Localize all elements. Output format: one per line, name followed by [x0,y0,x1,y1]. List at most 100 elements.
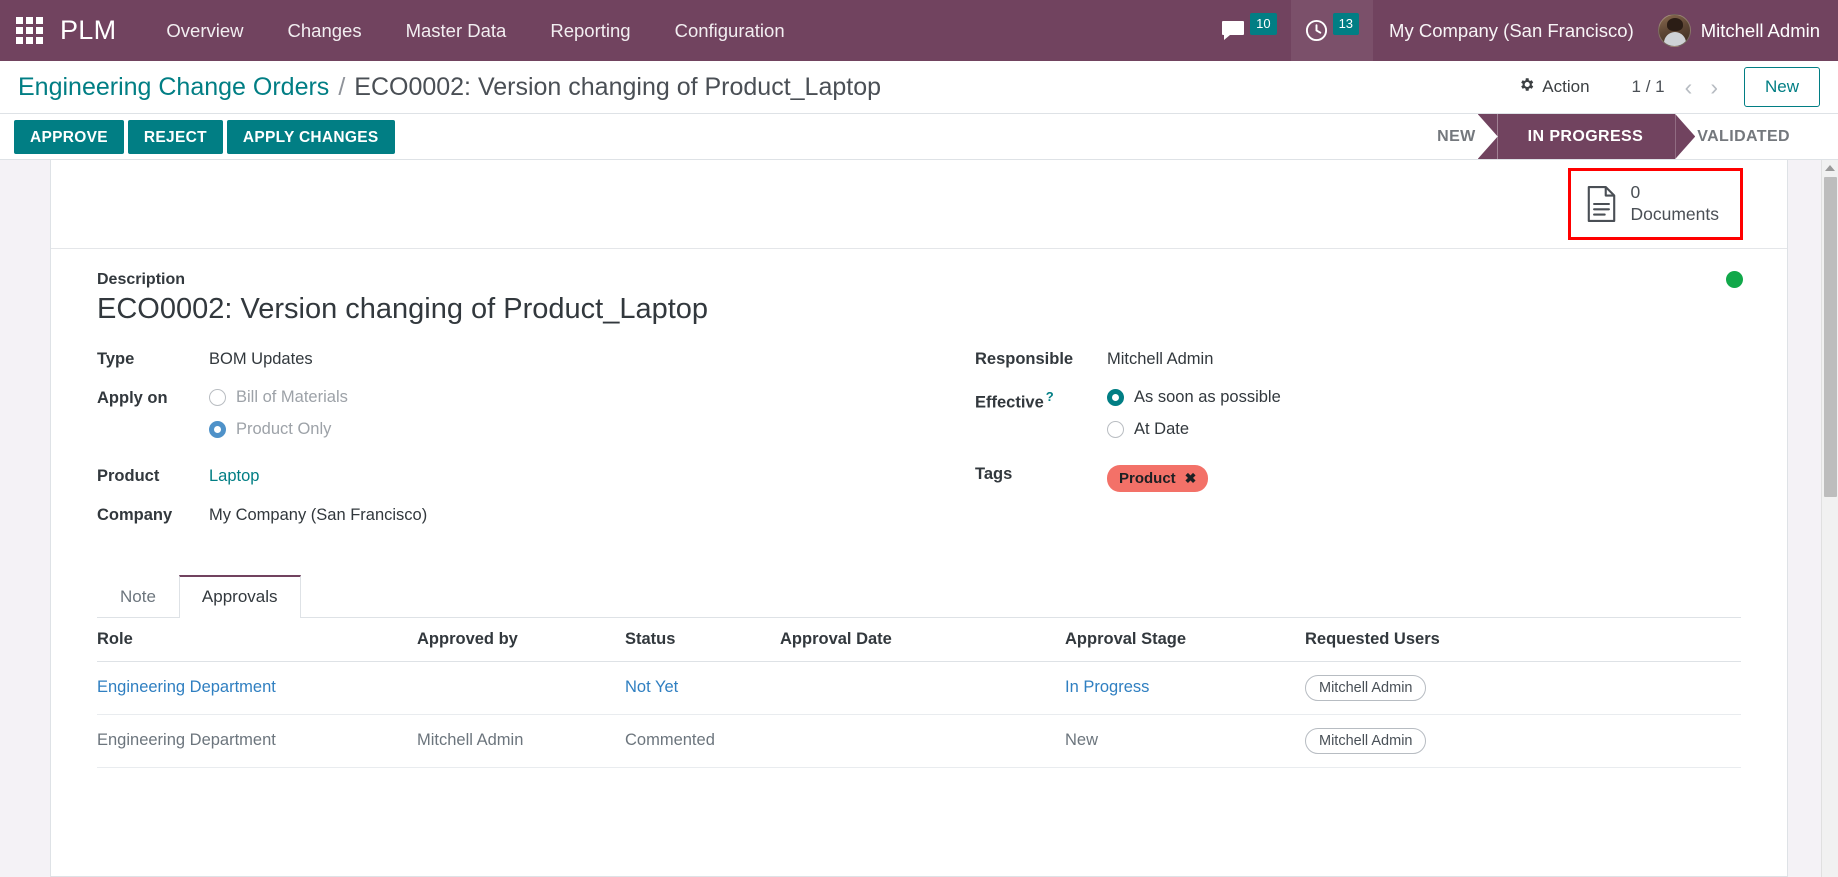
cell-approval-date [780,661,1065,715]
radio-at-date-label: At Date [1134,419,1190,438]
cell-role: Engineering Department [97,661,417,715]
tag-product-label: Product [1119,469,1176,487]
breadcrumb-root-link[interactable]: Engineering Change Orders [18,73,329,102]
effective-label: Effective [975,393,1044,412]
form-sheet: 0 Documents Description ECO0002: Version… [50,160,1788,877]
radio-at-date[interactable]: At Date [1107,420,1281,439]
cell-status: Commented [625,714,780,768]
reject-button[interactable]: REJECT [127,119,223,154]
user-name: Mitchell Admin [1700,19,1820,41]
vertical-scrollbar[interactable] [1821,160,1838,877]
radio-icon-checked [1107,388,1124,406]
effective-label-wrap: Effective? [975,387,1107,413]
activities-button[interactable]: 13 [1290,0,1374,61]
activities-count-badge: 13 [1332,12,1360,35]
th-approval-stage[interactable]: Approval Stage [1065,617,1305,662]
cell-approval-stage: New [1065,714,1305,768]
pager-value[interactable]: 1 / 1 [1624,73,1673,101]
approve-button[interactable]: APPROVE [14,119,124,154]
th-status[interactable]: Status [625,617,780,662]
workflow-buttons: APPROVE REJECT APPLY CHANGES [14,114,395,159]
table-row[interactable]: Engineering Department Mitchell Admin Co… [97,714,1741,768]
tags-value[interactable]: Product ✖ [1107,463,1209,492]
documents-count: 0 [1630,182,1641,202]
th-requested-users[interactable]: Requested Users [1305,617,1741,662]
menu-item-master-data[interactable]: Master Data [384,0,529,62]
document-icon [1586,185,1617,222]
scrollbar-thumb[interactable] [1824,177,1837,497]
approvals-table-body: Engineering Department Not Yet In Progre… [97,661,1741,768]
cell-role: Engineering Department [97,714,417,768]
breadcrumb-current: ECO0002: Version changing of Product_Lap… [354,72,882,101]
approvals-table-wrap: Role Approved by Status Approval Date Ap… [51,617,1787,768]
field-type: Type BOM Updates [97,348,919,374]
new-button[interactable]: New [1743,67,1820,107]
cell-approved-by: Mitchell Admin [417,714,625,768]
apply-changes-button[interactable]: APPLY CHANGES [226,119,395,154]
product-label: Product [97,466,160,485]
menu-item-changes[interactable]: Changes [266,0,384,62]
menu-item-reporting[interactable]: Reporting [528,0,652,62]
cell-approval-stage: In Progress [1065,661,1305,715]
messages-button[interactable]: 10 [1207,0,1290,61]
company-value[interactable]: My Company (San Francisco) [209,504,427,525]
apps-grid-icon[interactable] [12,14,46,48]
user-chip[interactable]: Mitchell Admin [1305,727,1427,754]
breadcrumb-separator: / [338,72,346,101]
breadcrumb: Engineering Change Orders / ECO0002: Ver… [18,73,881,102]
chevron-left-icon[interactable]: ‹ [1679,75,1699,99]
page-title[interactable]: ECO0002: Version changing of Product_Lap… [97,293,1741,326]
description-label: Description [97,270,186,288]
field-product: Product Laptop [97,465,919,491]
tab-note[interactable]: Note [97,575,179,618]
radio-bill-of-materials[interactable]: Bill of Materials [209,388,348,407]
smart-button-box: 0 Documents [51,160,1787,249]
action-menu-button[interactable]: Action [1506,70,1601,104]
field-company: Company My Company (San Francisco) [97,504,919,530]
radio-as-soon-as-possible[interactable]: As soon as possible [1107,388,1281,407]
navbar-right-group: 10 13 My Company (San Francisco) Mitchel… [1207,0,1838,61]
documents-smart-button-text: 0 Documents [1630,182,1719,226]
th-approved-by[interactable]: Approved by [417,617,625,662]
radio-product-only[interactable]: Product Only [209,420,348,439]
stage-pipeline: NEW IN PROGRESS VALIDATED [1415,114,1838,159]
effective-radio-group: As soon as possible At Date [1107,387,1281,439]
help-tooltip-icon[interactable]: ? [1046,389,1054,404]
responsible-label: Responsible [975,349,1074,368]
cell-approval-date [780,714,1065,768]
type-value[interactable]: BOM Updates [209,348,313,369]
th-approval-date[interactable]: Approval Date [780,617,1065,662]
product-value-link[interactable]: Laptop [209,465,259,486]
user-chip[interactable]: Mitchell Admin [1305,674,1427,701]
apply-on-radio-group: Bill of Materials Product Only [209,387,348,439]
chevron-right-icon[interactable]: › [1704,75,1724,99]
stage-validated[interactable]: VALIDATED [1675,114,1812,159]
stage-in-progress[interactable]: IN PROGRESS [1497,114,1676,159]
close-icon[interactable]: ✖ [1185,470,1197,487]
notebook-tabs: Note Approvals [97,574,1741,618]
cell-status: Not Yet [625,661,780,715]
menu-item-configuration[interactable]: Configuration [653,0,807,62]
cell-requested-users: Mitchell Admin [1305,714,1741,768]
field-tags: Tags Product ✖ [975,463,1741,492]
approvals-table: Role Approved by Status Approval Date Ap… [97,617,1741,768]
type-label: Type [97,349,135,368]
tag-product[interactable]: Product ✖ [1107,464,1209,492]
cell-approved-by [417,661,625,715]
chat-icon [1221,20,1245,42]
table-row[interactable]: Engineering Department Not Yet In Progre… [97,661,1741,715]
app-brand-plm[interactable]: PLM [60,15,116,46]
tab-approvals[interactable]: Approvals [178,574,301,618]
status-badge[interactable] [1726,270,1743,288]
action-label: Action [1542,77,1590,96]
responsible-value[interactable]: Mitchell Admin [1107,348,1213,369]
gear-icon [1518,76,1535,98]
radio-icon-checked [209,420,226,438]
company-switcher[interactable]: My Company (San Francisco) [1373,20,1650,42]
menu-item-overview[interactable]: Overview [144,0,265,62]
documents-smart-button[interactable]: 0 Documents [1574,174,1737,234]
th-role[interactable]: Role [97,617,417,662]
user-menu[interactable]: Mitchell Admin [1650,14,1838,47]
scroll-up-arrow-icon[interactable] [1825,165,1835,171]
field-apply-on: Apply on Bill of Materials Product Only [97,387,919,439]
